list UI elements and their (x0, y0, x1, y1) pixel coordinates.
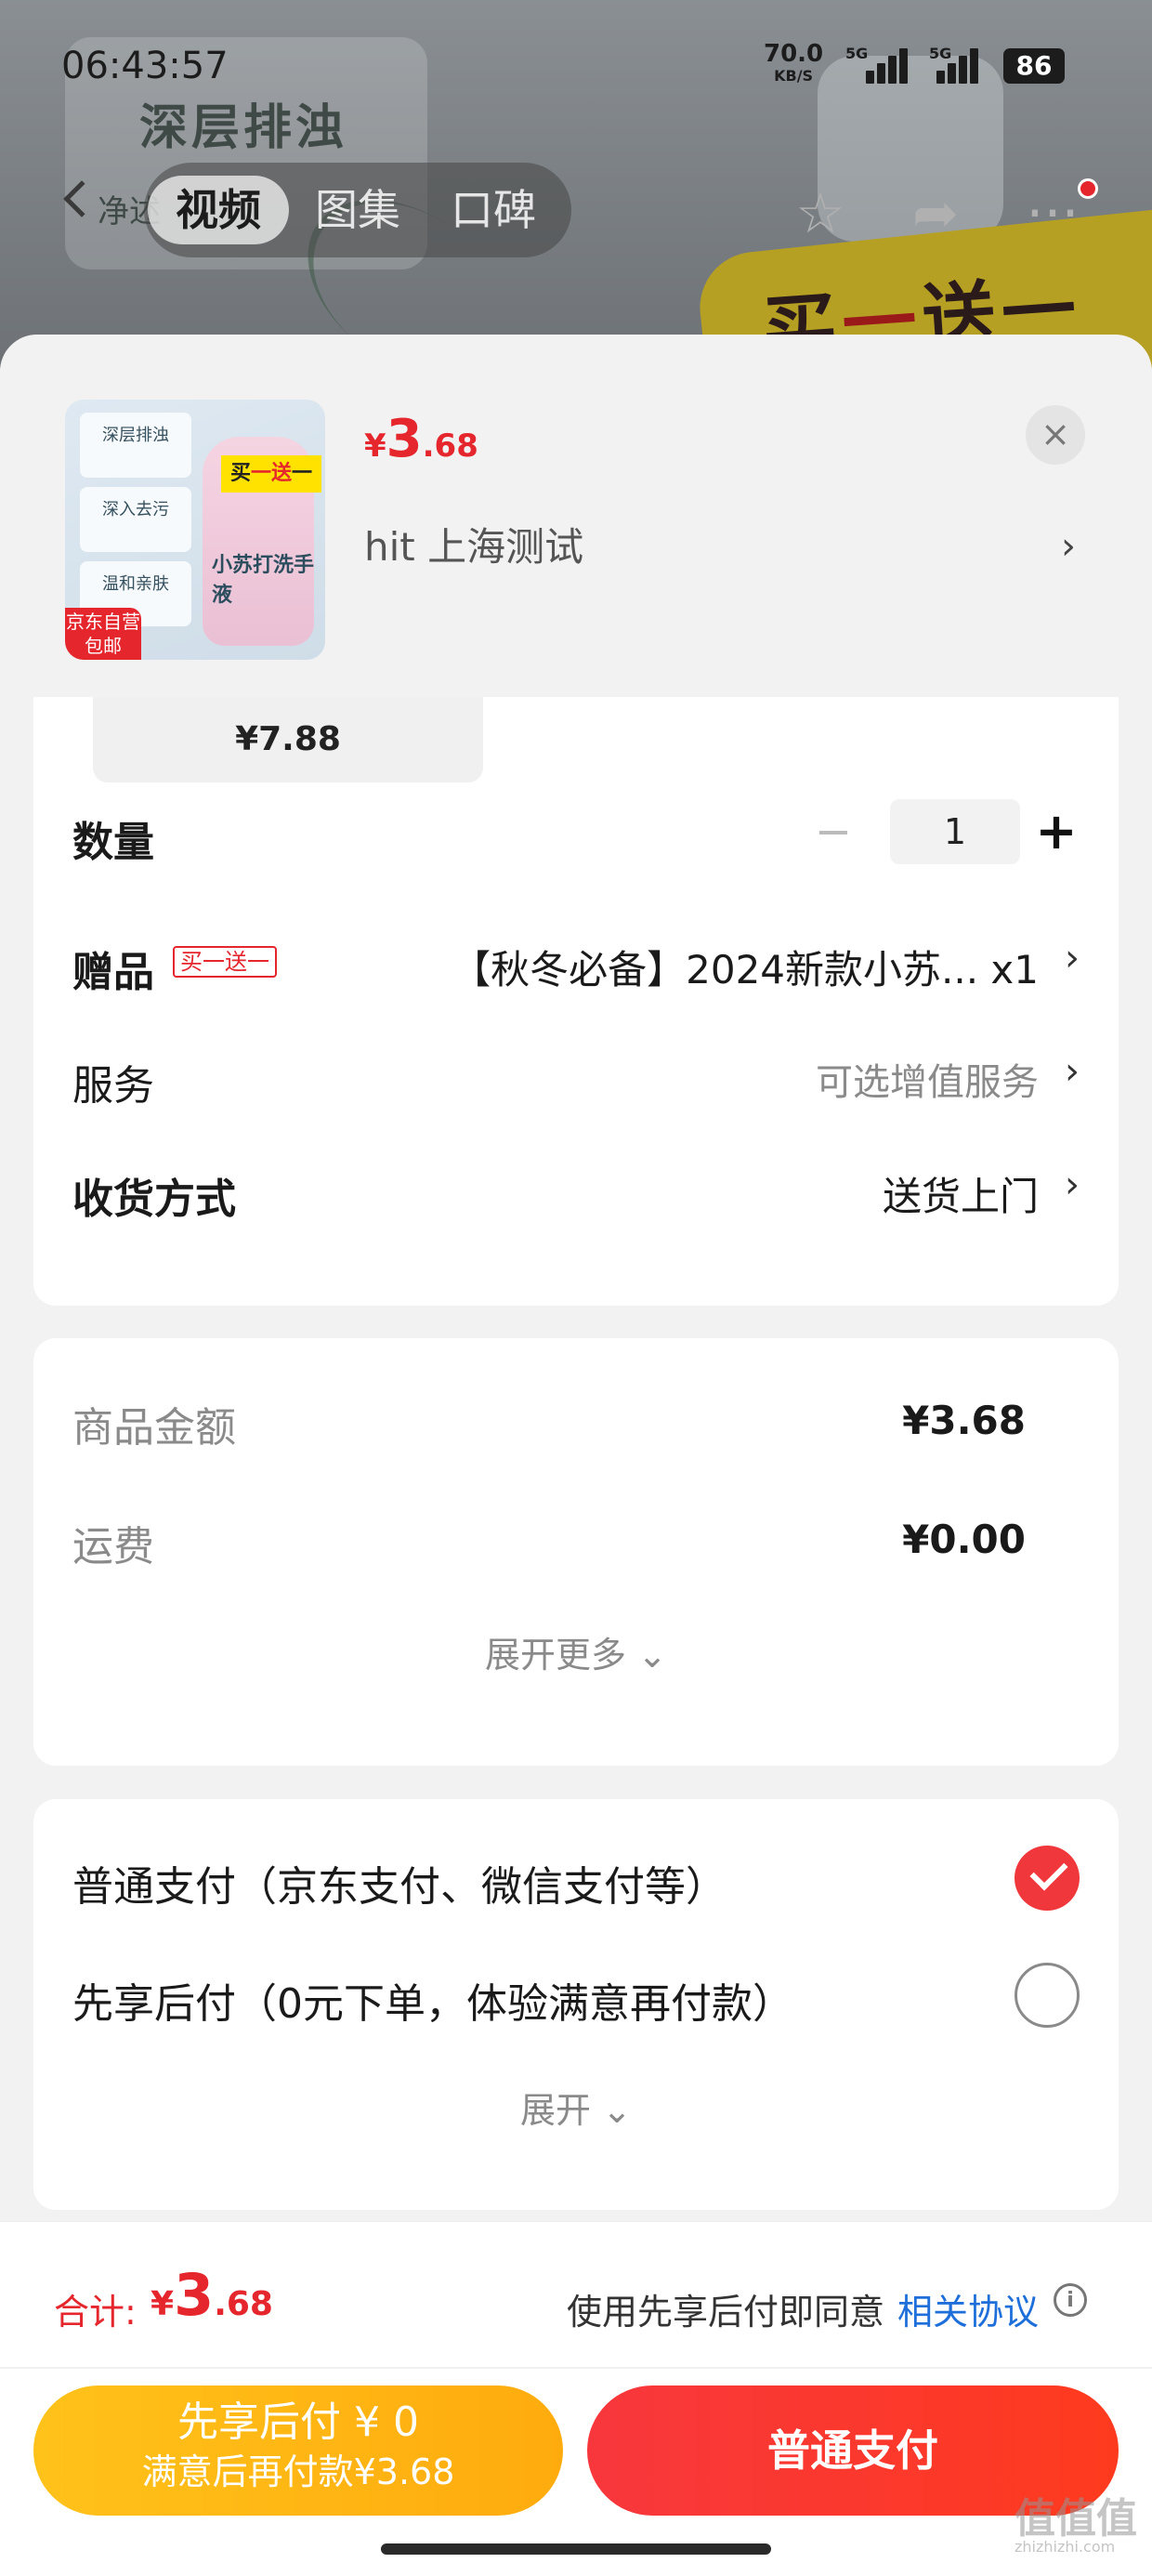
watermark-text: 值值值 (1015, 2495, 1137, 2543)
bnpl-line1: 先享后付 ¥ 0 (177, 2399, 419, 2446)
checkout-bar: 合计: ¥3.68 使用先享后付即同意 相关协议 i 先享后付 ¥ 0 满意后再… (0, 2221, 1152, 2576)
payment-method-card: 普通支付（京东支付、微信支付等） 先享后付（0元下单，体验满意再付款） 展开 ⌄ (33, 1799, 1119, 2210)
price-dec: .68 (422, 427, 478, 465)
status-bar: 06:43:57 70.0 KB/S 5G 5G 86 (0, 37, 1152, 93)
sheet-header: 深层排浊 深入去污 温和亲肤 小苏打洗手液 买一送一 京东自营 包邮 ¥3.68… (0, 335, 1152, 697)
thumb-bottle-label: 小苏打洗手液 (212, 554, 315, 607)
chevron-right-icon[interactable]: › (1065, 1050, 1080, 1093)
pay-bnpl-radio[interactable] (1015, 1963, 1080, 2028)
product-price: ¥3.68 (364, 409, 478, 469)
signal-label: 5G (845, 45, 869, 62)
total-label: 合计: (54, 2292, 137, 2333)
divider (0, 2367, 1152, 2369)
expand-link[interactable]: 展开 ⌄ (33, 2082, 1119, 2133)
battery-icon: 86 (1003, 48, 1065, 84)
thumb-badge-line1: 京东自营 (66, 611, 140, 633)
total-price: ¥3.68 (151, 2261, 273, 2329)
thumb-promo: 买一送一 (221, 455, 321, 493)
watermark: 值值值 zhizhizhi.com (1015, 2499, 1137, 2556)
status-time: 06:43:57 (61, 45, 229, 87)
price-summary-card: 商品金额 ¥3.68 运费 ¥0.00 展开更多 ⌄ (33, 1338, 1119, 1766)
gift-label: 赠品 (72, 949, 154, 996)
tab-reviews[interactable]: 口碑 (428, 176, 558, 244)
thumb-card-2: 深入去污 (80, 487, 191, 552)
quantity-value[interactable]: 1 (890, 799, 1020, 864)
service-value[interactable]: 可选增值服务 (816, 1052, 1039, 1106)
agreement-link[interactable]: 相关协议 (897, 2283, 1039, 2334)
agreement-text: 使用先享后付即同意 (566, 2292, 884, 2333)
tab-gallery[interactable]: 图集 (293, 176, 423, 244)
decrease-button[interactable]: − (801, 799, 866, 864)
total-int: 3 (174, 2261, 215, 2329)
total-dec: .68 (214, 2285, 273, 2323)
shipping-label: 运费 (72, 1523, 154, 1571)
delivery-value[interactable]: 送货上门 (883, 1165, 1039, 1222)
expand-more-link[interactable]: 展开更多 ⌄ (33, 1626, 1119, 1677)
thumb-promo-c: 一 (292, 462, 313, 485)
shipping-value: ¥0.00 (902, 1517, 1026, 1562)
bg-banner-title: 深层排浊 (139, 99, 348, 156)
more-icon[interactable]: ··· (1020, 181, 1085, 246)
options-card-rows: 数量 − 1 + 赠品 买一送一 【秋冬必备】2024新款小苏... x1 › … (33, 697, 1119, 1306)
thumb-promo-a: 买 (229, 462, 251, 485)
chevron-right-icon[interactable]: › (1065, 1163, 1080, 1206)
goods-amount-value: ¥3.68 (902, 1398, 1026, 1443)
chevron-right-icon[interactable]: › (1061, 525, 1076, 568)
bnpl-line2: 满意后再付款¥3.68 (141, 2451, 455, 2492)
gift-value[interactable]: 【秋冬必备】2024新款小苏... x1 (452, 939, 1039, 995)
tab-video[interactable]: 视频 (148, 176, 289, 244)
network-speed: 70.0 KB/S (764, 40, 824, 87)
quantity-stepper: − 1 + (801, 799, 1080, 864)
thumb-badge-line2: 包邮 (85, 635, 122, 657)
info-icon[interactable]: i (1054, 2283, 1087, 2317)
service-label: 服务 (72, 1062, 154, 1110)
pay-normal-label[interactable]: 普通支付（京东支付、微信支付等） (72, 1853, 727, 1912)
goods-amount-label: 商品金额 (72, 1404, 236, 1452)
product-thumbnail[interactable]: 深层排浊 深入去污 温和亲肤 小苏打洗手液 买一送一 京东自营 包邮 (65, 400, 325, 660)
pay-normal-radio[interactable] (1015, 1846, 1080, 1911)
home-indicator[interactable] (381, 2543, 771, 2555)
thumb-promo-b: 一送 (250, 462, 292, 485)
price-currency: ¥ (364, 427, 386, 465)
thumb-badge: 京东自营 包邮 (65, 608, 141, 660)
chevron-right-icon[interactable]: › (1065, 937, 1080, 979)
price-int: 3 (386, 409, 423, 469)
network-speed-unit: KB/S (774, 67, 814, 85)
variant-name[interactable]: hit 上海测试 (364, 516, 583, 572)
total-currency: ¥ (151, 2285, 175, 2323)
share-icon[interactable]: ➦ (903, 181, 968, 246)
media-tabs: 视频 图集 口碑 (144, 163, 571, 257)
buy-now-pay-later-button[interactable]: 先享后付 ¥ 0 满意后再付款¥3.68 (33, 2385, 563, 2516)
pay-bnpl-label[interactable]: 先享后付（0元下单，体验满意再付款） (72, 1970, 793, 2030)
star-icon[interactable]: ☆ (788, 181, 853, 246)
signal-icon-2: 5G (929, 45, 985, 84)
notification-dot (1078, 178, 1098, 199)
thumb-card-1: 深层排浊 (80, 413, 191, 478)
increase-button[interactable]: + (1024, 799, 1089, 864)
delivery-label: 收货方式 (72, 1176, 236, 1223)
close-button[interactable]: × (1026, 405, 1085, 465)
quantity-label-text: 数量 (72, 819, 154, 866)
signal-icon: 5G (845, 45, 908, 84)
signal-label-2: 5G (929, 45, 952, 62)
network-speed-value: 70.0 (764, 40, 824, 68)
gift-promo-tag: 买一送一 (173, 946, 277, 978)
